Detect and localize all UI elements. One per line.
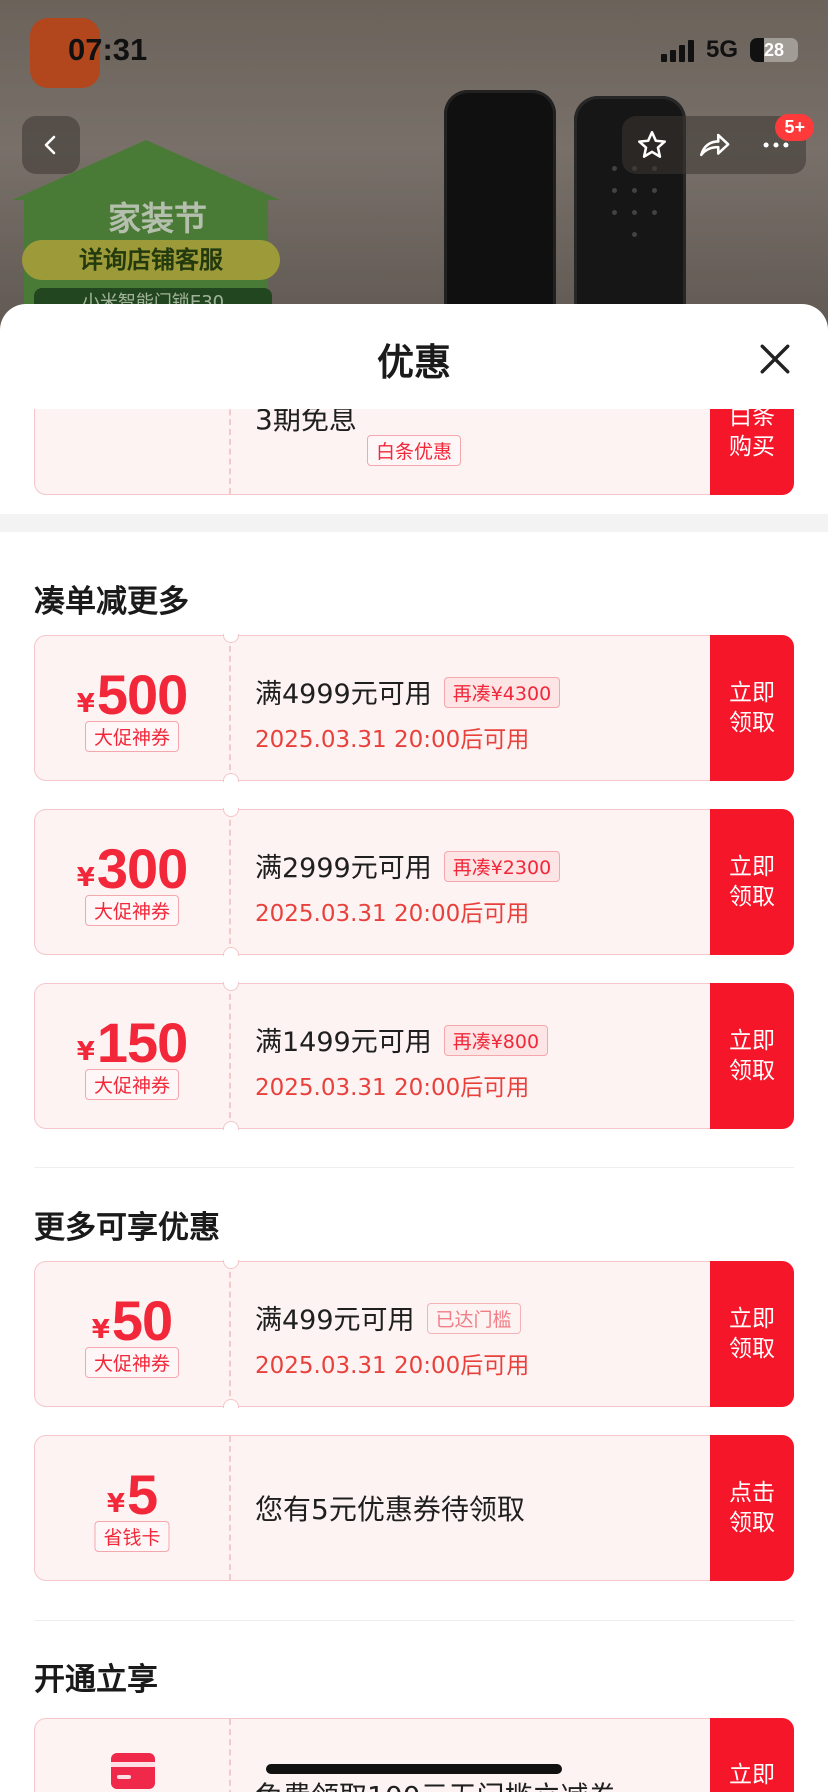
coupon-condition: 满2999元可用 再凑¥2300	[255, 846, 561, 885]
claim-button[interactable]: 点击 领取	[710, 1435, 794, 1581]
coupon-extra-tag: 再凑¥800	[443, 1025, 549, 1056]
sheet-content[interactable]: 白条优惠 3期免息 白条 购买 凑单减更多 ¥500 大促神券 满4999元可用…	[0, 409, 828, 1792]
section-divider	[34, 1167, 794, 1168]
coupon-type-tag: 省钱卡	[94, 1521, 170, 1552]
close-icon[interactable]	[758, 342, 792, 376]
star-icon[interactable]	[635, 128, 669, 162]
coupon-card: ¥50 大促神券 满499元可用 已达门槛 2025.03.31 20:00后可用…	[34, 1260, 794, 1408]
coupon-amount: ¥300	[76, 837, 189, 900]
coupon-extra-tag: 再凑¥4300	[443, 677, 561, 708]
network-type: 5G	[705, 36, 738, 63]
discount-sheet: 优惠 白条优惠 3期免息 白条 购买 凑单减更多 ¥500 大促神券 满4999…	[0, 304, 828, 1792]
coupon-card: ¥5 省钱卡 您有5元优惠券待领取 点击 领取	[34, 1435, 794, 1581]
coupon-validity: 2025.03.31 20:00后可用	[255, 1353, 530, 1379]
share-icon[interactable]	[696, 128, 732, 162]
product-page-background: 家装节 详询店铺客服 小米智能门锁E30 07:31 5G 28 5+	[0, 0, 828, 330]
coupon-type-tag: 大促神券	[84, 721, 180, 752]
coupon-card: 免费领取100元无门槛立减券 立即	[34, 1718, 794, 1792]
section-title-more-discount: 凑单减更多	[34, 584, 189, 620]
status-indicators: 5G 28	[660, 36, 798, 64]
coupon-type-tag: 大促神券	[84, 1069, 180, 1100]
baitiao-buy-button[interactable]: 白条 购买	[710, 409, 794, 495]
coupon-extra-tag: 已达门槛	[426, 1303, 521, 1334]
coupon-condition: 满4999元可用 再凑¥4300	[255, 672, 561, 711]
sheet-header: 优惠	[0, 304, 828, 409]
sheet-title: 优惠	[377, 341, 451, 384]
section-title-open-enjoy: 开通立享	[34, 1662, 158, 1698]
coupon-validity: 2025.03.31 20:00后可用	[255, 727, 530, 753]
coupon-text: 您有5元优惠券待领取	[255, 1493, 525, 1526]
claim-button[interactable]: 立即 领取	[710, 1261, 794, 1407]
coupon-amount: ¥150	[76, 1011, 189, 1074]
coupon-type-tag: 大促神券	[84, 1347, 180, 1378]
credit-card-icon	[111, 1753, 155, 1789]
baitiao-coupon: 白条优惠 3期免息 白条 购买	[34, 409, 794, 495]
coupon-card: ¥500 大促神券 满4999元可用 再凑¥4300 2025.03.31 20:…	[34, 634, 794, 782]
coupon-text: 3期免息	[255, 409, 357, 436]
status-time: 07:31	[68, 32, 148, 67]
battery-icon: 28	[750, 38, 798, 62]
coupon-amount: ¥50	[91, 1289, 173, 1352]
back-button[interactable]	[22, 116, 80, 174]
chevron-left-icon	[44, 135, 56, 155]
coupon-tag: 白条优惠	[366, 435, 462, 466]
signal-icon	[660, 38, 694, 62]
claim-button[interactable]: 立即 领取	[710, 635, 794, 781]
coupon-amount: ¥500	[76, 663, 189, 726]
coupon-validity: 2025.03.31 20:00后可用	[255, 1075, 530, 1101]
coupon-condition: 满499元可用 已达门槛	[255, 1298, 521, 1337]
claim-button[interactable]: 立即 领取	[710, 809, 794, 955]
claim-button[interactable]: 立即 领取	[710, 983, 794, 1129]
coupon-amount: ¥5	[106, 1463, 158, 1526]
battery-level: 28	[763, 39, 785, 60]
section-divider	[34, 1620, 794, 1621]
coupon-card: ¥300 大促神券 满2999元可用 再凑¥2300 2025.03.31 20:…	[34, 808, 794, 956]
section-title-more-benefits: 更多可享优惠	[34, 1210, 220, 1246]
coupon-type-tag: 大促神券	[84, 895, 180, 926]
message-badge: 5+	[775, 114, 814, 141]
coupon-text: 免费领取100元无门槛立减券	[255, 1775, 616, 1792]
home-indicator[interactable]	[266, 1764, 562, 1774]
coupon-validity: 2025.03.31 20:00后可用	[255, 901, 530, 927]
coupon-extra-tag: 再凑¥2300	[443, 851, 561, 882]
coupon-condition: 满1499元可用 再凑¥800	[255, 1020, 549, 1059]
open-claim-button[interactable]: 立即	[710, 1718, 794, 1792]
section-divider	[0, 514, 828, 532]
coupon-card: ¥150 大促神券 满1499元可用 再凑¥800 2025.03.31 20:0…	[34, 982, 794, 1130]
